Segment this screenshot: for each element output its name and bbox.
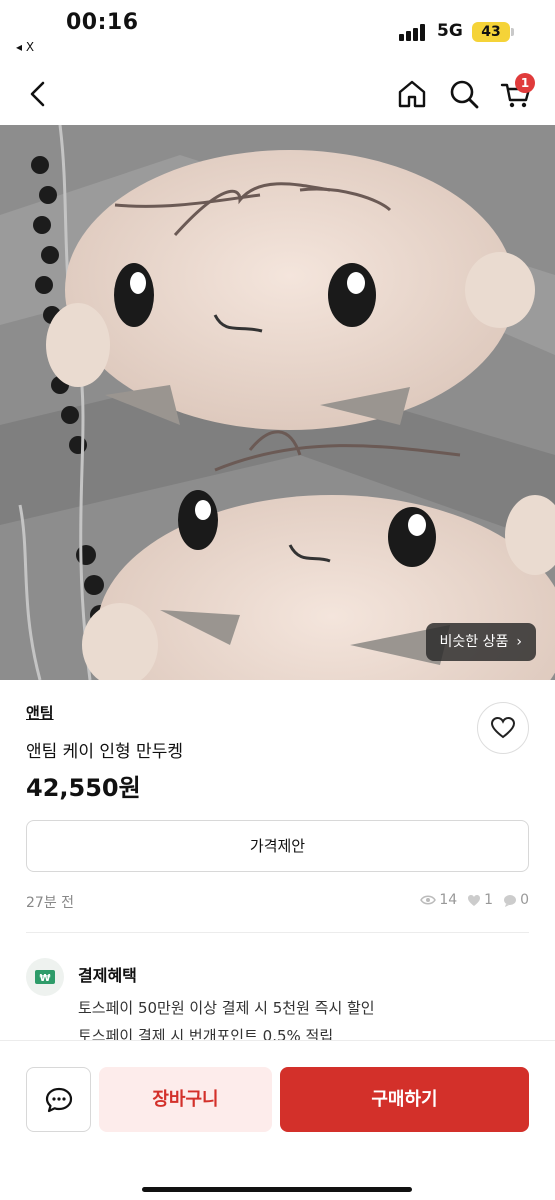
chat-button[interactable] bbox=[26, 1067, 91, 1132]
home-indicator bbox=[142, 1187, 412, 1192]
cart-badge: 1 bbox=[515, 73, 535, 93]
svg-text:₩: ₩ bbox=[39, 973, 50, 984]
store-name-link[interactable]: 앤팀 bbox=[26, 702, 54, 723]
bottom-action-bar: 장바구니 구매하기 bbox=[0, 1040, 555, 1200]
likes-stat: 1 bbox=[467, 892, 493, 908]
chevron-right-icon: › bbox=[516, 634, 522, 650]
search-icon[interactable] bbox=[446, 76, 482, 112]
chats-stat: 0 bbox=[503, 892, 529, 908]
views-stat: 14 bbox=[420, 892, 457, 908]
heart-small-icon bbox=[468, 894, 481, 906]
chat-bubble-icon bbox=[45, 1087, 72, 1112]
similar-items-button[interactable]: 비슷한 상품 › bbox=[425, 623, 536, 661]
product-stats: 14 1 0 bbox=[414, 892, 529, 908]
posted-time: 27분 전 bbox=[26, 895, 75, 911]
add-to-cart-button[interactable]: 장바구니 bbox=[99, 1067, 272, 1132]
battery-icon: 43 bbox=[472, 22, 510, 42]
home-icon[interactable] bbox=[394, 76, 430, 112]
payment-benefit-icon: ₩ bbox=[26, 958, 64, 996]
heart-icon bbox=[490, 716, 516, 739]
back-to-app-link[interactable]: ◂ X bbox=[16, 40, 34, 54]
product-price: 42,550원 bbox=[26, 774, 141, 802]
status-time: 00:16 bbox=[66, 10, 139, 35]
price-offer-button[interactable]: 가격제안 bbox=[26, 820, 529, 872]
product-image[interactable]: 비슷한 상품 › bbox=[0, 125, 555, 680]
views-count: 14 bbox=[439, 892, 458, 908]
section-divider bbox=[26, 932, 529, 933]
back-arrow-icon[interactable] bbox=[20, 76, 56, 112]
top-nav bbox=[0, 62, 555, 124]
likes-count: 1 bbox=[484, 892, 494, 908]
favorite-button[interactable] bbox=[477, 702, 529, 754]
product-title: 앤팀 케이 인형 만두켕 bbox=[26, 742, 183, 762]
battery-cap bbox=[511, 28, 514, 36]
benefit-line: 토스페이 50만원 이상 결제 시 5천원 즉시 할인 bbox=[78, 999, 375, 1017]
signal-icon bbox=[399, 23, 429, 41]
payment-benefits-title: 결제혜택 bbox=[78, 966, 137, 985]
chats-count: 0 bbox=[520, 892, 529, 908]
buy-now-button[interactable]: 구매하기 bbox=[280, 1067, 529, 1132]
network-label: 5G bbox=[437, 21, 463, 41]
eye-icon bbox=[420, 895, 437, 905]
chat-small-icon bbox=[504, 894, 517, 907]
similar-items-label: 비슷한 상품 bbox=[439, 634, 509, 650]
status-bar: 00:16 ◂ X 5G 43 bbox=[0, 0, 555, 62]
